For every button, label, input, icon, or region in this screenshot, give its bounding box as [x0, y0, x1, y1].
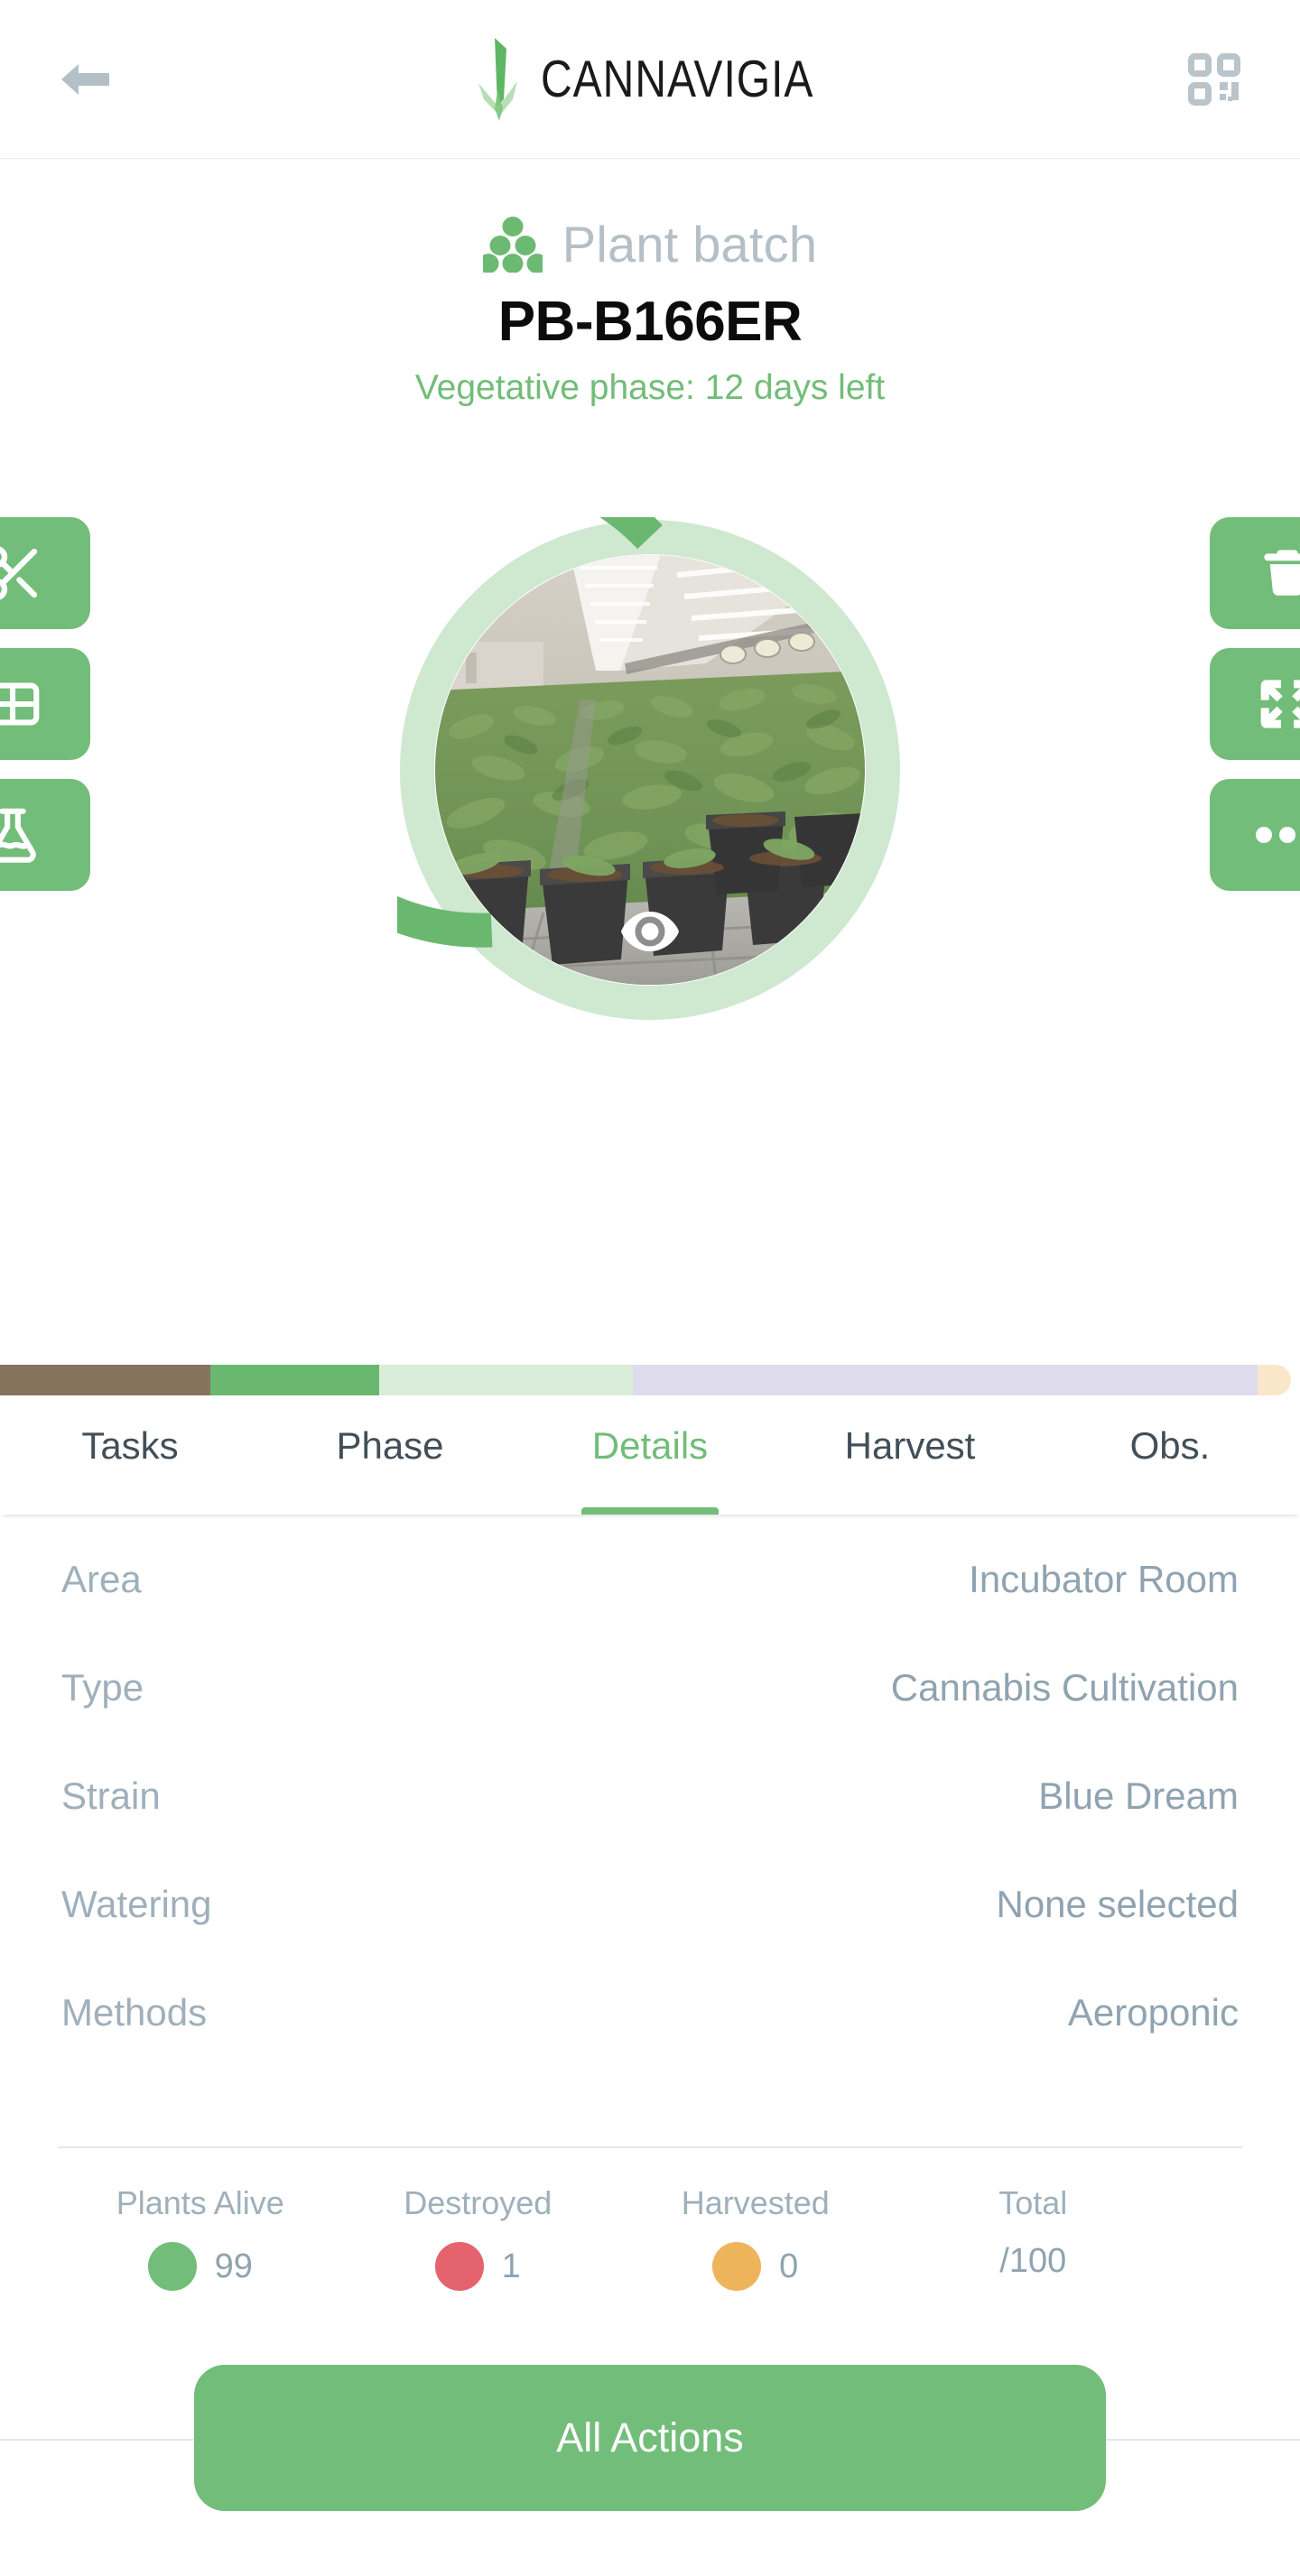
details-list: Area Incubator Room Type Cannabis Cultiv…	[0, 1525, 1300, 2067]
tab-tasks[interactable]: Tasks	[0, 1395, 260, 1515]
trim-action-button[interactable]	[0, 517, 90, 629]
stat-harvested: Harvested 0	[617, 2184, 895, 2291]
stat-value-row: 0	[712, 2242, 798, 2291]
phase-segment-vegetative	[210, 1365, 380, 1395]
table-icon	[0, 682, 40, 726]
cannavigia-leaf-icon	[476, 36, 528, 123]
back-button[interactable]	[47, 41, 125, 118]
brand-wordmark: CANNAVIGIA	[540, 50, 814, 108]
batch-hero	[0, 501, 1300, 1345]
status-dot-destroyed	[434, 2242, 484, 2291]
phase-progress-track	[0, 1365, 1291, 1395]
detail-key: Strain	[61, 1774, 161, 1817]
section-divider	[58, 2146, 1242, 2148]
destroy-action-button[interactable]	[1210, 517, 1300, 629]
status-dot-alive	[147, 2242, 197, 2291]
arrow-left-icon	[61, 63, 109, 95]
tab-details[interactable]: Details	[520, 1395, 780, 1515]
detail-key: Methods	[61, 1991, 208, 2034]
tab-harvest[interactable]: Harvest	[780, 1395, 1040, 1515]
detail-value: Aeroponic	[1067, 1991, 1239, 2034]
stat-value-row: 99	[147, 2242, 253, 2291]
tab-label: Tasks	[81, 1424, 179, 1467]
move-icon	[1260, 680, 1300, 728]
detail-key: Type	[61, 1666, 144, 1709]
plant-dots-icon	[482, 216, 543, 273]
tab-label: Phase	[336, 1424, 444, 1467]
stat-label: Plants Alive	[116, 2184, 284, 2221]
detail-row-watering[interactable]: Watering None selected	[61, 1850, 1239, 1959]
detail-value: Incubator Room	[969, 1558, 1239, 1600]
stat-label: Total	[998, 2184, 1068, 2221]
ellipsis-icon	[1256, 827, 1295, 843]
eye-icon[interactable]	[619, 909, 681, 954]
detail-row-type[interactable]: Type Cannabis Cultivation	[61, 1634, 1239, 1742]
tab-label: Harvest	[844, 1424, 976, 1467]
tab-label: Details	[591, 1424, 709, 1467]
detail-key: Area	[61, 1558, 142, 1600]
qr-scan-button[interactable]	[1175, 41, 1253, 118]
phase-segment-complete	[1257, 1365, 1291, 1395]
batch-title-block: Plant batch PB-B166ER Vegetative phase: …	[0, 159, 1300, 408]
phase-segment-propagation	[0, 1365, 211, 1395]
detail-row-area[interactable]: Area Incubator Room	[61, 1525, 1239, 1634]
scissors-icon	[0, 546, 38, 600]
stat-total: Total /100	[895, 2184, 1173, 2291]
trash-icon	[1264, 550, 1300, 596]
plant-count-stats: Plants Alive 99 Destroyed 1 Harvested 0 …	[61, 2184, 1172, 2291]
stat-plants-alive: Plants Alive 99	[61, 2184, 339, 2291]
kicker-label: Plant batch	[562, 216, 818, 273]
lab-test-action-button[interactable]	[0, 779, 90, 891]
stat-value: 99	[214, 2247, 253, 2285]
tab-observations[interactable]: Obs.	[1040, 1395, 1300, 1515]
page-title: PB-B166ER	[497, 291, 803, 353]
detail-row-strain[interactable]: Strain Blue Dream	[61, 1742, 1239, 1850]
status-dot-harvested	[712, 2242, 762, 2291]
batch-progress-ring	[397, 517, 903, 1023]
detail-value: Cannabis Cultivation	[890, 1666, 1239, 1709]
stat-value: 1	[501, 2247, 521, 2285]
stat-label: Harvested	[681, 2184, 830, 2221]
active-tab-indicator	[581, 1507, 719, 1515]
tab-phase[interactable]: Phase	[260, 1395, 520, 1515]
app-header: CANNAVIGIA	[0, 0, 1300, 159]
detail-value: None selected	[996, 1883, 1239, 1925]
phase-status-text: Vegetative phase: 12 days left	[414, 368, 886, 407]
phase-progress-bar	[0, 1365, 1300, 1395]
batch-kicker: Plant batch	[0, 215, 1300, 273]
all-actions-button[interactable]: All Actions	[194, 2365, 1106, 2511]
detail-value: Blue Dream	[1038, 1774, 1239, 1817]
brand-logo: CANNAVIGIA	[476, 36, 820, 123]
phase-segment-curing	[632, 1365, 1258, 1395]
qr-code-icon	[1188, 52, 1240, 106]
tab-label: Obs.	[1129, 1424, 1211, 1467]
more-action-button[interactable]	[1210, 779, 1300, 891]
stat-value: /100	[999, 2242, 1067, 2280]
table-action-button[interactable]	[0, 648, 90, 760]
detail-key: Watering	[61, 1883, 212, 1925]
stat-destroyed: Destroyed 1	[339, 2184, 618, 2291]
stat-value: 0	[779, 2247, 799, 2285]
detail-tabs: Tasks Phase Details Harvest Obs.	[0, 1395, 1300, 1515]
plant-batch-detail-screen: CANNAVIGIA Plant batch PB-B166ER Vegetat…	[0, 0, 1300, 2576]
batch-photo[interactable]	[435, 555, 865, 985]
flask-icon	[0, 808, 36, 863]
stat-value-row: 1	[434, 2242, 521, 2291]
stat-value-row: /100	[999, 2242, 1066, 2281]
move-action-button[interactable]	[1210, 648, 1300, 760]
stat-label: Destroyed	[404, 2184, 552, 2221]
detail-row-methods[interactable]: Methods Aeroponic	[61, 1959, 1239, 2067]
phase-segment-flowering	[379, 1365, 633, 1395]
